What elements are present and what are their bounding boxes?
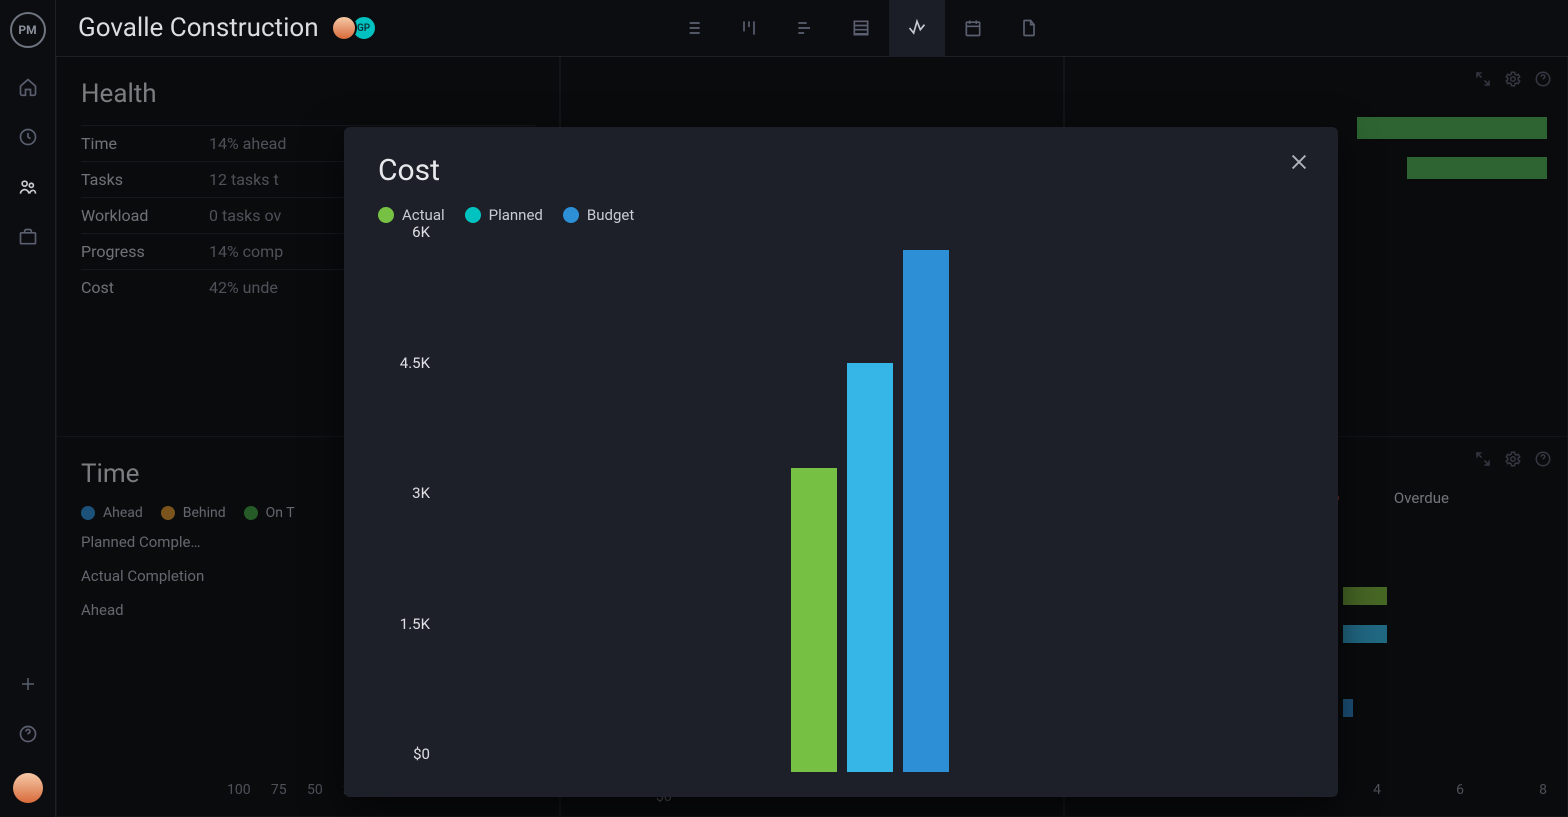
legend-dot (378, 207, 394, 223)
view-switcher (377, 0, 1346, 57)
list-view-icon[interactable] (665, 0, 721, 57)
close-icon[interactable] (1286, 149, 1312, 175)
y-tick: $0 (378, 745, 430, 763)
dashboard-content: Health Time14% ahead Tasks12 tasks t Wor… (56, 57, 1568, 817)
y-tick: 4.5K (378, 354, 430, 372)
help-icon[interactable] (17, 723, 39, 745)
y-tick: 6K (378, 223, 430, 241)
add-icon[interactable] (17, 673, 39, 695)
dashboard-view-icon[interactable] (889, 0, 945, 57)
team-icon[interactable] (17, 176, 39, 198)
home-icon[interactable] (17, 76, 39, 98)
files-view-icon[interactable] (1001, 0, 1057, 57)
app-root: PM Govalle Construction GP (0, 0, 1568, 817)
calendar-view-icon[interactable] (945, 0, 1001, 57)
chart-area: 6K 4.5K 3K 1.5K $0 (378, 230, 1304, 790)
bars-container (791, 250, 949, 772)
sheet-view-icon[interactable] (833, 0, 889, 57)
briefcase-icon[interactable] (17, 226, 39, 248)
board-view-icon[interactable] (721, 0, 777, 57)
modal-title: Cost (378, 153, 1304, 188)
time-icon[interactable] (17, 126, 39, 148)
avatar-1[interactable] (331, 15, 357, 41)
gantt-view-icon[interactable] (777, 0, 833, 57)
main-area: Govalle Construction GP Health (56, 0, 1568, 817)
legend-label: Actual (402, 206, 445, 224)
chart-legend: Actual Planned Budget (378, 206, 1304, 224)
chart-bar-planned (847, 363, 893, 772)
user-avatar[interactable] (13, 773, 43, 803)
y-tick: 1.5K (378, 615, 430, 633)
legend-dot (563, 207, 579, 223)
legend-label: Budget (587, 206, 634, 224)
cost-modal: Cost Actual Planned Budget 6K 4.5K 3K 1.… (344, 127, 1338, 797)
legend-dot (465, 207, 481, 223)
project-avatars[interactable]: GP (337, 15, 377, 41)
chart-plot (446, 250, 1294, 772)
left-rail: PM (0, 0, 56, 817)
legend-label: Planned (489, 206, 543, 224)
chart-bar-actual (791, 468, 837, 773)
y-axis: 6K 4.5K 3K 1.5K $0 (378, 250, 438, 772)
y-tick: 3K (378, 484, 430, 502)
topbar: Govalle Construction GP (56, 0, 1568, 57)
project-title: Govalle Construction (78, 13, 319, 43)
app-logo[interactable]: PM (10, 12, 46, 48)
chart-bar-budget (903, 250, 949, 772)
